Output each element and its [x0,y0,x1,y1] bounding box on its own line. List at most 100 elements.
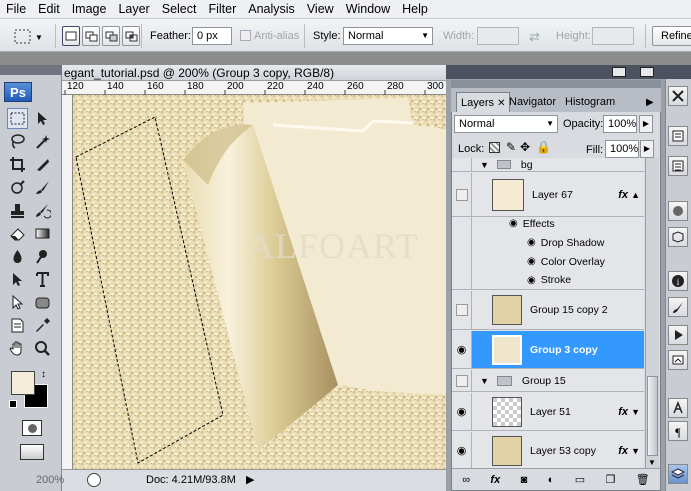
gradient-tool-icon[interactable] [32,223,53,244]
screen-mode-icon[interactable] [20,444,44,460]
feather-input[interactable]: 0 px [192,27,232,45]
brush-tool-icon[interactable] [32,177,53,198]
marquee-tool-icon[interactable] [7,108,28,129]
document-title[interactable]: egant_tutorial.psd @ 200% (Group 3 copy,… [62,65,446,81]
opacity-slider-button[interactable]: ▶ [639,115,653,133]
swap-colors-icon[interactable]: ↕ [41,369,46,380]
visibility-toggle[interactable] [452,370,472,391]
collapse-icon[interactable] [612,67,626,77]
tab-layers[interactable]: Layers ✕ [456,92,511,112]
menu-view[interactable]: View [301,0,340,19]
style-select[interactable]: Normal ▼ [343,27,433,45]
tools-preset-icon[interactable] [668,86,688,106]
default-colors-icon[interactable] [9,400,17,408]
notes-tool-icon[interactable] [7,315,28,336]
history-brush-tool-icon[interactable] [32,200,53,221]
trash-icon[interactable]: 🗑 [636,473,650,486]
type-tool-icon[interactable] [32,269,53,290]
magic-wand-tool-icon[interactable] [32,131,53,152]
eyedropper-tool-icon[interactable] [32,315,53,336]
hand-tool-icon[interactable] [7,338,28,359]
chevron-down-icon[interactable]: ▼ [480,376,489,386]
expand-effects-icon[interactable]: ▼ [631,446,640,456]
visibility-toggle[interactable]: ◉ [452,393,472,430]
panel-grip[interactable] [451,80,661,88]
history-icon[interactable] [668,126,688,146]
status-arrow-icon[interactable]: ▶ [246,473,254,486]
swap-icon[interactable]: ⇄ [529,29,540,45]
effect-stroke[interactable]: ◉ Stroke [452,271,644,290]
menu-select[interactable]: Select [156,0,203,19]
fx-icon[interactable]: fx [618,406,628,418]
document-canvas[interactable]: ALFOART [73,95,446,469]
add-mask-icon[interactable]: ◙ [521,474,528,486]
crop-tool-icon[interactable] [7,154,28,175]
eye-icon[interactable]: ◉ [527,256,536,267]
visibility-toggle[interactable] [452,291,472,329]
layer-row[interactable]: ◉ Layer 51 fx ▼ [452,393,644,431]
opacity-input[interactable]: 100% [603,115,637,133]
shape-tool-icon[interactable] [32,292,53,313]
direct-selection-tool-icon[interactable] [7,292,28,313]
menu-help[interactable]: Help [396,0,434,19]
layer-name[interactable]: Layer 51 [530,406,571,418]
new-layer-icon[interactable]: ❐ [605,473,615,486]
lock-position-icon[interactable]: ✥ [520,140,530,154]
effect-color-overlay[interactable]: ◉ Color Overlay [452,252,644,271]
layer-name[interactable]: Layer 53 copy [530,445,596,457]
visibility-toggle[interactable] [452,173,472,216]
tab-histogram[interactable]: Histogram [561,92,619,112]
intersect-selection-button[interactable] [122,26,140,46]
layer-row-selected[interactable]: ◉ Group 3 copy [452,331,644,369]
blur-tool-icon[interactable] [7,246,28,267]
healing-brush-tool-icon[interactable] [7,177,28,198]
width-input[interactable] [477,27,519,45]
add-selection-button[interactable] [82,26,100,46]
menu-filter[interactable]: Filter [202,0,242,19]
layer-group-bg[interactable]: ▼ bg [452,158,644,172]
panel-dock-header[interactable] [446,65,665,79]
lock-all-icon[interactable]: 🔒 [536,140,551,154]
actions-icon[interactable] [668,156,688,176]
eraser-tool-icon[interactable] [7,223,28,244]
menu-file[interactable]: File [0,0,32,19]
blend-mode-select[interactable]: Normal ▼ [454,115,558,133]
clone-stamp-tool-icon[interactable] [7,200,28,221]
eye-icon[interactable]: ◉ [509,218,518,229]
layer-name[interactable]: Group 15 copy 2 [530,304,608,316]
dodge-tool-icon[interactable] [32,246,53,267]
menu-analysis[interactable]: Analysis [242,0,301,19]
close-icon[interactable] [640,67,654,77]
new-selection-button[interactable] [62,26,80,46]
eye-icon[interactable]: ◉ [527,275,536,286]
status-menu-icon[interactable] [87,473,101,487]
zoom-tool-icon[interactable] [32,338,53,359]
brushes-icon[interactable] [668,297,688,317]
link-layers-icon[interactable]: ∞ [462,474,470,486]
new-group-icon[interactable]: ▭ [575,473,585,486]
tab-navigator[interactable]: Navigator [505,92,560,112]
panel-menu-icon[interactable]: ▶ [646,97,654,108]
layer-name[interactable]: Group 3 copy [530,344,598,356]
menu-edit[interactable]: Edit [32,0,66,19]
tools-panel-header[interactable] [0,65,62,75]
paragraph-icon[interactable]: ¶ [668,421,688,441]
expand-effects-icon[interactable]: ▲ [631,190,640,200]
color-icon[interactable] [668,201,688,221]
subtract-selection-button[interactable] [102,26,120,46]
layers-scrollbar[interactable]: ▼ [645,158,659,468]
fx-icon[interactable]: fx [618,445,628,457]
lasso-tool-icon[interactable] [7,131,28,152]
right-dock-header[interactable] [665,65,691,79]
visibility-toggle[interactable]: ◉ [452,331,472,368]
height-input[interactable] [592,27,634,45]
move-tool-icon[interactable] [32,108,53,129]
layers-panel-icon[interactable] [668,464,688,484]
fx-icon[interactable]: fx [618,189,628,201]
chevron-down-icon[interactable]: ▼ [480,160,489,170]
refine-edge-button[interactable]: Refine [652,26,691,46]
quick-mask-icon[interactable] [22,420,42,436]
fill-slider-button[interactable]: ▶ [640,140,654,158]
layer-comps-icon[interactable] [668,350,688,370]
character-icon[interactable] [668,398,688,418]
